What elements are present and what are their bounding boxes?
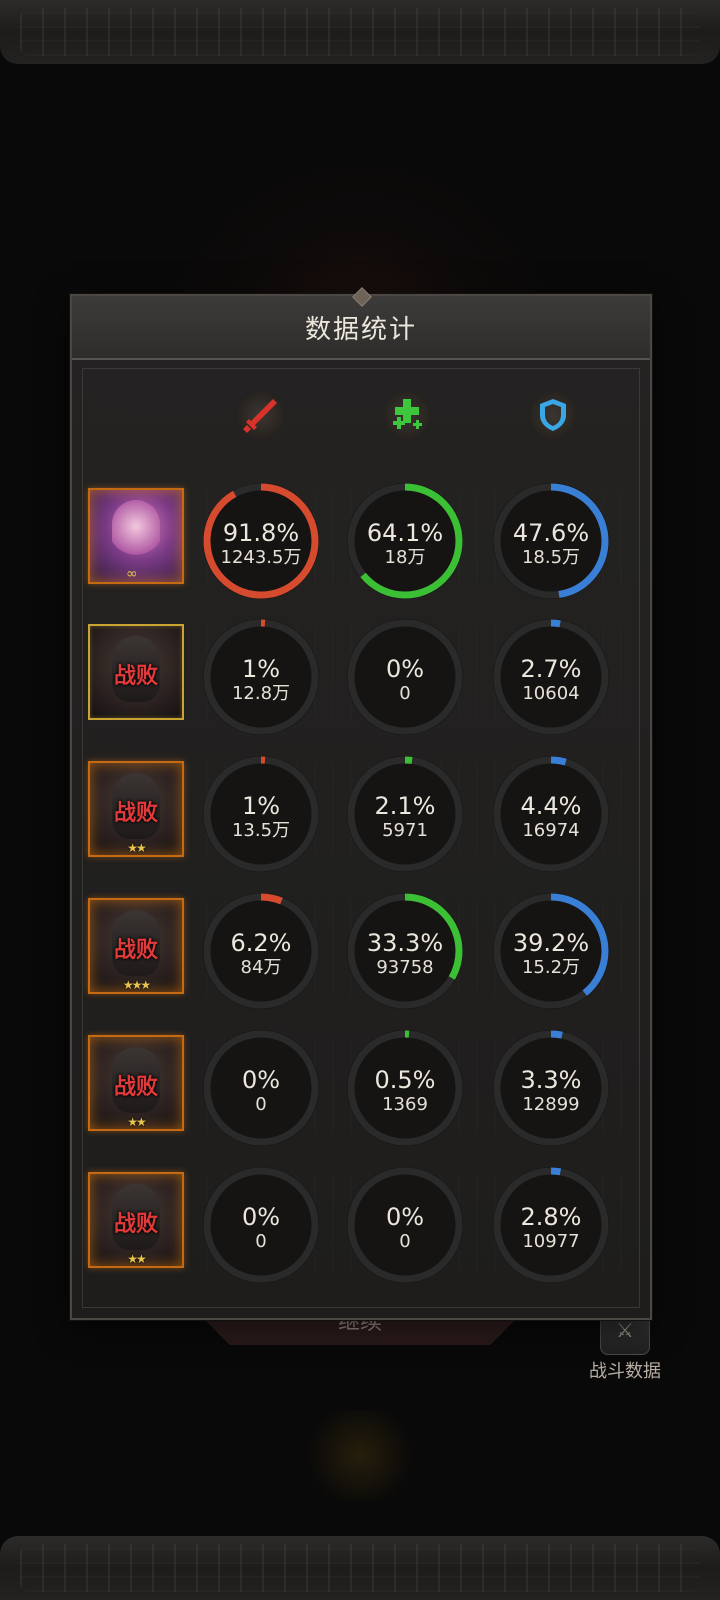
gauge-percent: 0% [241,1066,281,1094]
top-frame [0,0,720,64]
gauge-percent: 1% [241,792,281,820]
gauge-percent: 2.8% [520,1203,582,1231]
gauge-percent: 6.2% [230,929,292,957]
gold-rings-icon: ∞ [126,566,138,582]
gauge-percent: 0% [385,1203,425,1231]
defeated-label: 战败 [113,664,158,689]
shield-gauge: 47.6% 18.5万 [492,482,610,600]
gauge-value: 12899 [522,1094,580,1115]
battle-data-label: 战斗数据 [589,1361,661,1382]
damage-gauge: 1% 13.5万 [202,755,320,873]
gauge-value: 93758 [376,957,434,978]
gauge-value: 0 [255,1231,267,1252]
gauge-percent: 64.1% [366,519,444,547]
gauge-percent: 0% [385,655,425,683]
defeated-label: 战败 [113,801,158,826]
heal-gauge: 33.3% 93758 [346,892,464,1010]
battle-result-screen: 继续 ⚔ 战斗数据 数据统计 ∞ 91.8% 1243.5万 64.1% 18万 47.6… [0,0,720,1600]
gauge-percent: 33.3% [366,929,444,957]
heal-gauge: 0% 0 [346,618,464,736]
gauge-percent: 0% [241,1203,281,1231]
heal-gauge: 2.1% 5971 [346,755,464,873]
damage-gauge: 1% 12.8万 [202,618,320,736]
gauge-percent: 2.1% [374,792,436,820]
hero-stat-row: 战败 1% 12.8万 0% 0 2.7% 10604 [72,608,650,744]
shield-gauge: 2.8% 10977 [492,1166,610,1284]
shield-gauge: 39.2% 15.2万 [492,892,610,1010]
gauge-percent: 4.4% [520,792,582,820]
hero-portrait[interactable]: ∞ [88,488,184,584]
hero-portrait[interactable]: 战败 ★★ [88,761,184,857]
hero-portrait[interactable]: 战败 ★★ [88,1172,184,1268]
gauge-value: 16974 [522,820,580,841]
hero-portrait[interactable]: 战败 ★★★ [88,898,184,994]
gauge-percent: 91.8% [222,519,300,547]
hero-face [112,500,160,566]
heal-plus-icon [374,382,440,448]
level-badge [300,1410,420,1500]
shield-gauge: 2.7% 10604 [492,618,610,736]
gauge-value: 13.5万 [231,820,291,841]
gauge-value: 15.2万 [521,957,581,978]
hero-stat-row: 战败 ★★★ 6.2% 84万 33.3% 93758 39.2% 15.2万 [72,882,650,1018]
star-rank: ★★ [127,1115,147,1129]
gauge-value: 1369 [382,1094,428,1115]
gauge-value: 18万 [384,547,426,568]
shield-gauge: 3.3% 12899 [492,1029,610,1147]
stat-header-row [72,326,650,438]
data-statistics-panel: 数据统计 ∞ 91.8% 1243.5万 64.1% 18万 47.6% 18.5万 战败 1%… [70,287,652,1320]
damage-gauge: 0% 0 [202,1166,320,1284]
gauge-percent: 1% [241,655,281,683]
heal-gauge: 0.5% 1369 [346,1029,464,1147]
gauge-value: 0 [399,1231,411,1252]
hero-stat-row: 战败 ★★ 0% 0 0% 0 2.8% 10977 [72,1156,650,1292]
gauge-percent: 39.2% [512,929,590,957]
gauge-percent: 47.6% [512,519,590,547]
gauge-value: 18.5万 [521,547,581,568]
damage-gauge: 91.8% 1243.5万 [202,482,320,600]
gauge-value: 84万 [240,957,282,978]
bottom-frame [0,1536,720,1600]
star-rank: ★★★ [122,978,151,992]
gauge-value: 12.8万 [231,683,291,704]
gauge-value: 5971 [382,820,428,841]
gauge-value: 10977 [522,1231,580,1252]
damage-gauge: 0% 0 [202,1029,320,1147]
damage-gauge: 6.2% 84万 [202,892,320,1010]
defeated-label: 战败 [113,1075,158,1100]
hero-stat-row: ∞ 91.8% 1243.5万 64.1% 18万 47.6% 18.5万 [72,472,650,608]
shield-gauge: 4.4% 16974 [492,755,610,873]
defeated-label: 战败 [113,1212,158,1237]
gauge-value: 1243.5万 [220,547,302,568]
star-rank: ★★ [127,841,147,855]
heal-gauge: 64.1% 18万 [346,482,464,600]
star-rank: ★★ [127,1252,147,1266]
hero-stat-row: 战败 ★★ 1% 13.5万 2.1% 5971 4.4% 16974 [72,745,650,881]
sword-icon [228,382,294,448]
heal-gauge: 0% 0 [346,1166,464,1284]
gauge-percent: 0.5% [374,1066,436,1094]
defeated-label: 战败 [113,938,158,963]
hero-portrait[interactable]: 战败 [88,624,184,720]
gauge-value: 0 [399,683,411,704]
gauge-value: 10604 [522,683,580,704]
shield-icon [520,382,586,448]
gauge-percent: 3.3% [520,1066,582,1094]
gauge-percent: 2.7% [520,655,582,683]
hero-portrait[interactable]: 战败 ★★ [88,1035,184,1131]
gauge-value: 0 [255,1094,267,1115]
hero-stat-row: 战败 ★★ 0% 0 0.5% 1369 3.3% 12899 [72,1019,650,1155]
